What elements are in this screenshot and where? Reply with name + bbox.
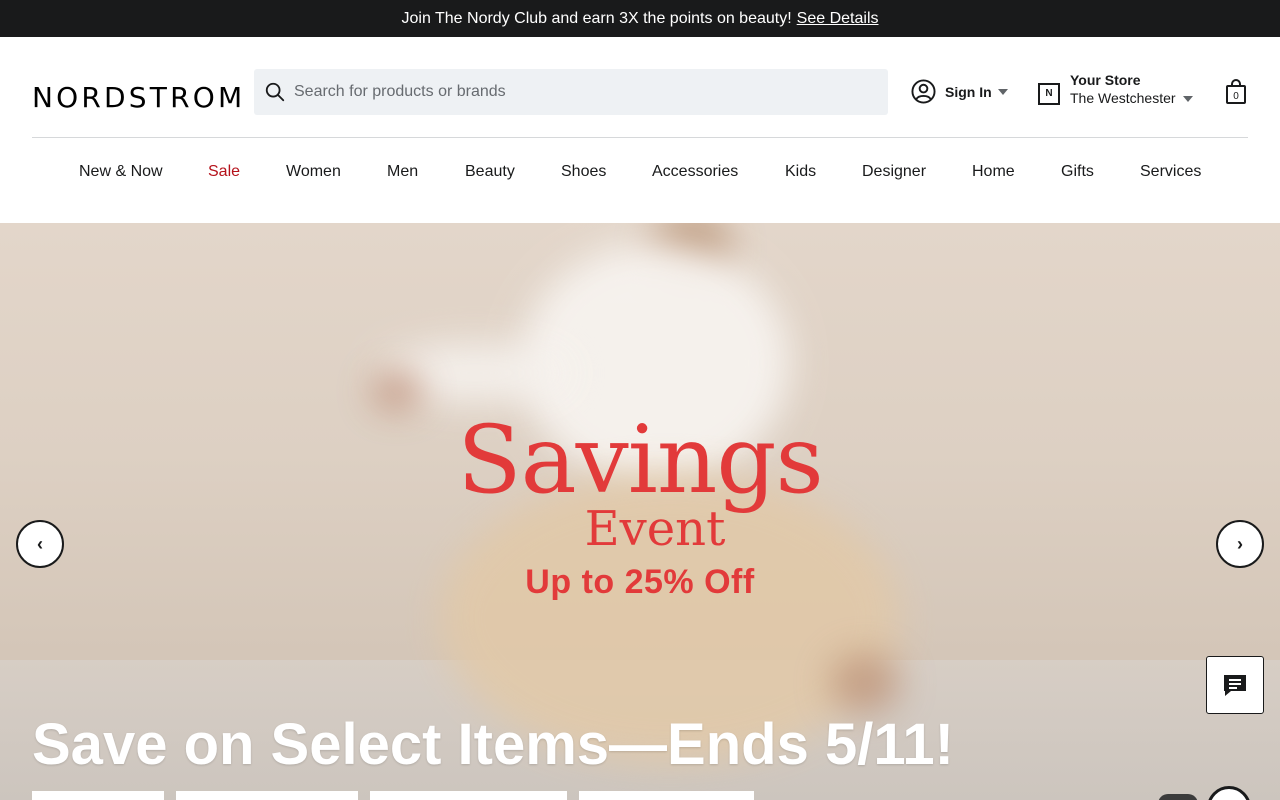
store-name: The Westchester	[1070, 90, 1176, 106]
nav-item-shoes[interactable]: Shoes	[561, 163, 606, 181]
hero-cta-button-2[interactable]	[176, 791, 358, 800]
chat-button[interactable]	[1206, 656, 1264, 714]
chevron-left-icon: ‹	[37, 533, 43, 554]
shopping-bag-icon: 0	[1226, 79, 1246, 104]
account-icon	[911, 79, 936, 104]
chat-icon	[1224, 675, 1246, 696]
hero-figure-foot	[830, 653, 900, 713]
nav-item-gifts[interactable]: Gifts	[1061, 163, 1094, 181]
store-selector[interactable]: N Your Store The Westchester	[1038, 71, 1193, 107]
discount-text: Up to 25% Off	[525, 563, 755, 601]
event-word: Event	[584, 501, 726, 557]
nav-item-kids[interactable]: Kids	[785, 163, 816, 181]
nav-item-sale[interactable]: Sale	[208, 163, 240, 181]
carousel-prev-button[interactable]: ‹	[16, 520, 64, 568]
store-icon: N	[1038, 83, 1060, 105]
hero-cta-button-3[interactable]	[370, 791, 567, 800]
hero-figure-hand	[372, 373, 422, 409]
sign-in-label: Sign In	[945, 83, 992, 100]
savings-word: Savings	[457, 406, 824, 515]
nav-item-designer[interactable]: Designer	[862, 163, 926, 181]
nordstrom-logo[interactable]: NORDSTROM	[32, 81, 245, 114]
sign-in-button[interactable]: Sign In	[911, 79, 1008, 104]
nav-item-beauty[interactable]: Beauty	[465, 163, 515, 181]
carousel-pause-button[interactable]	[1158, 794, 1198, 800]
chevron-down-icon	[1182, 96, 1193, 102]
nav-item-new-now[interactable]: New & Now	[79, 163, 163, 181]
hero-carousel: Savings Event Up to 25% Off ‹ › Save on …	[0, 223, 1280, 800]
hero-cta-button-4[interactable]	[579, 791, 754, 800]
promo-banner: Join The Nordy Club and earn 3X the poin…	[0, 0, 1280, 37]
chevron-down-icon	[997, 88, 1008, 95]
chevron-right-icon: ›	[1237, 533, 1243, 554]
hero-headline: Save on Select Items—Ends 5/11!	[32, 712, 954, 777]
nav-item-accessories[interactable]: Accessories	[652, 163, 738, 181]
nav-item-services[interactable]: Services	[1140, 163, 1201, 181]
store-label: Your Store	[1070, 72, 1141, 88]
nav-item-men[interactable]: Men	[387, 163, 418, 181]
search-bar[interactable]	[254, 69, 888, 115]
nav-item-home[interactable]: Home	[972, 163, 1015, 181]
main-navigation: New & Now Sale Women Men Beauty Shoes Ac…	[0, 138, 1280, 223]
promo-text: Join The Nordy Club and earn 3X the poin…	[401, 9, 792, 27]
savings-event-graphic: Savings Event Up to 25% Off	[430, 413, 850, 602]
promo-see-details-link[interactable]: See Details	[797, 10, 879, 28]
search-input[interactable]	[294, 83, 854, 101]
site-header: NORDSTROM Sign In N Your Store The Westc…	[0, 37, 1280, 137]
carousel-next-button[interactable]: ›	[1216, 520, 1264, 568]
bag-count: 0	[1233, 91, 1239, 102]
shopping-bag-button[interactable]: 0	[1224, 79, 1248, 110]
hero-cta-button-1[interactable]	[32, 791, 164, 800]
nav-item-women[interactable]: Women	[286, 163, 341, 181]
search-icon	[265, 82, 285, 102]
